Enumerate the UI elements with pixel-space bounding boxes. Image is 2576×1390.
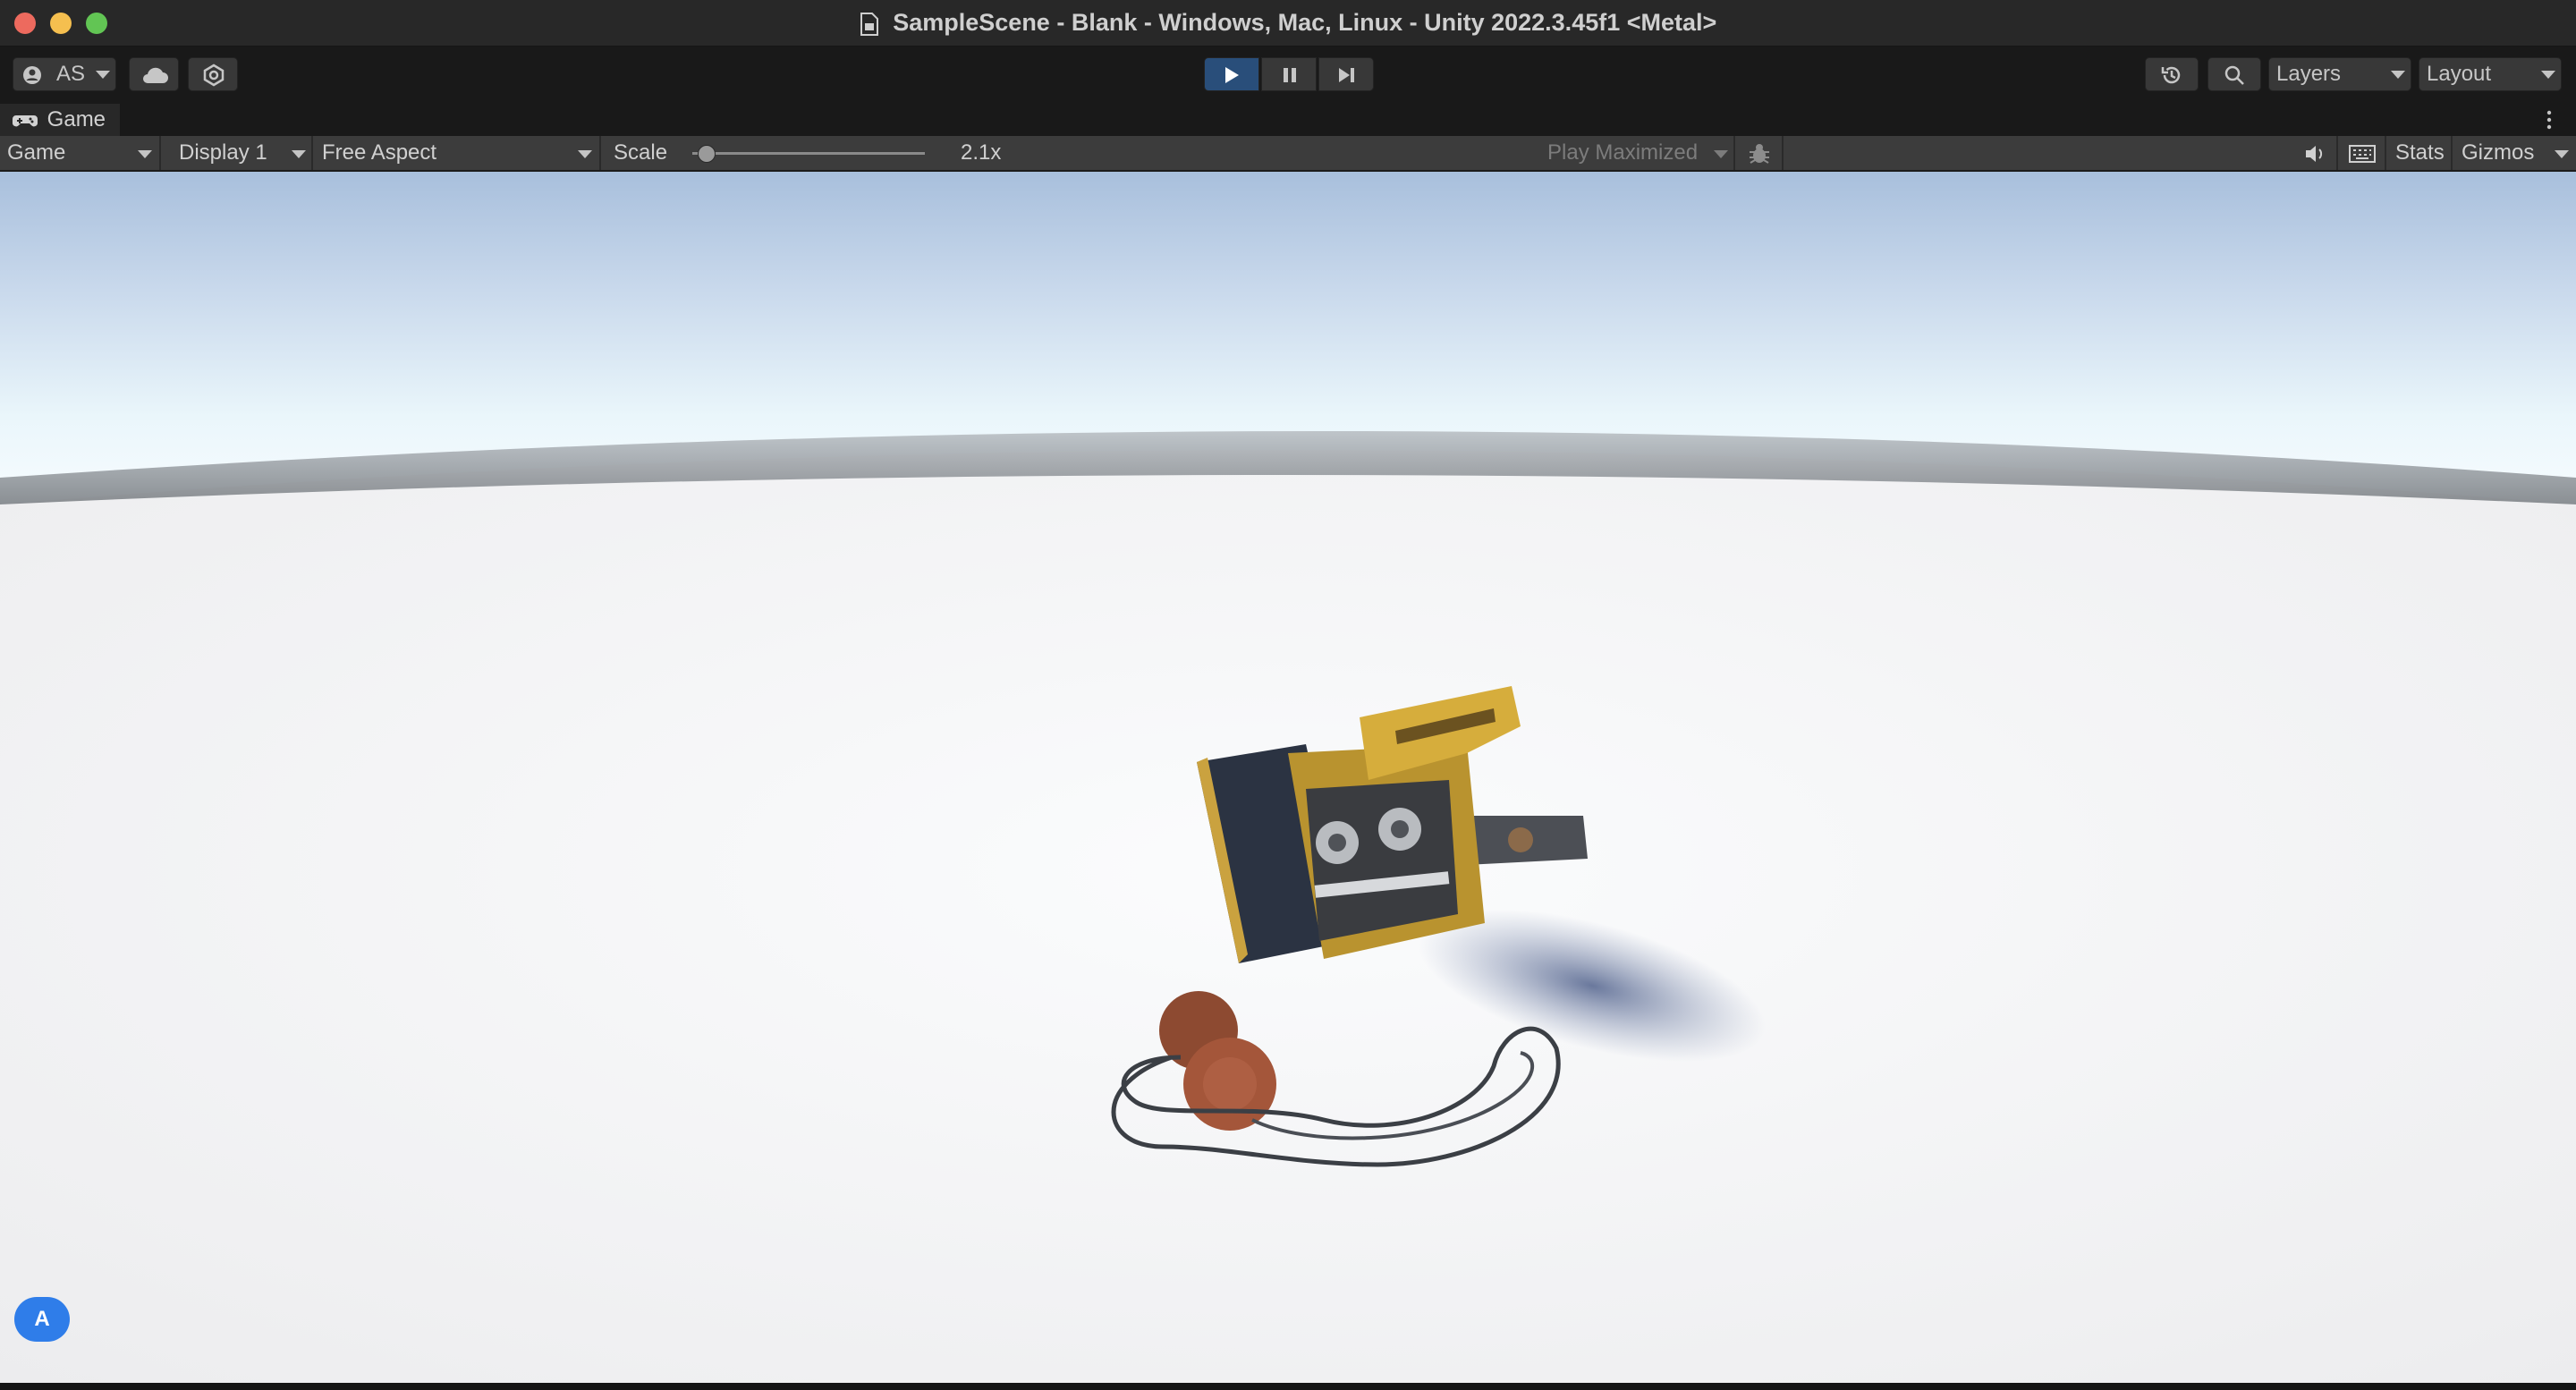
stats-button[interactable]: Stats xyxy=(2388,136,2453,170)
display-label: Display 1 xyxy=(179,140,267,165)
scene-render xyxy=(0,172,2576,1383)
history-icon xyxy=(2161,66,2181,84)
layers-dropdown[interactable]: Layers xyxy=(2268,57,2411,91)
title-bar: SampleScene - Blank - Windows, Mac, Linu… xyxy=(0,0,2576,47)
cloud-button[interactable] xyxy=(129,57,179,91)
chevron-down-icon xyxy=(1714,150,1728,158)
chevron-down-icon xyxy=(2391,71,2405,79)
bug-icon xyxy=(1750,144,1769,164)
aspect-label: Free Aspect xyxy=(322,140,437,165)
pause-icon xyxy=(1284,68,1296,82)
gizmos-label: Gizmos xyxy=(2462,140,2535,165)
scale-control: Scale 2.1x xyxy=(603,136,1005,170)
collab-button[interactable] xyxy=(188,57,238,91)
scale-slider-thumb[interactable] xyxy=(697,145,716,163)
mute-audio-button[interactable] xyxy=(2293,136,2338,170)
user-badge[interactable]: A xyxy=(14,1297,70,1342)
view-mode-label: Game xyxy=(7,140,66,165)
display-dropdown[interactable]: Display 1 xyxy=(163,136,313,170)
tab-game[interactable]: Game xyxy=(0,104,121,136)
collab-icon xyxy=(203,64,225,87)
chevron-down-icon xyxy=(292,150,306,158)
scale-slider-track[interactable] xyxy=(692,152,925,155)
shortcuts-button[interactable] xyxy=(2340,136,2386,170)
gamepad-icon xyxy=(12,114,38,127)
stats-label: Stats xyxy=(2395,140,2445,165)
scale-label: Scale xyxy=(614,140,668,165)
chevron-down-icon xyxy=(96,71,110,79)
layout-label: Layout xyxy=(2427,62,2492,86)
aspect-dropdown[interactable]: Free Aspect xyxy=(315,136,601,170)
search-icon xyxy=(2224,65,2244,85)
window-title-text: SampleScene - Blank - Windows, Mac, Linu… xyxy=(893,9,1717,36)
chevron-down-icon xyxy=(578,150,592,158)
game-view-toolbar: Game Display 1 Free Aspect Scale 2.1x Pl… xyxy=(0,136,2576,172)
search-button[interactable] xyxy=(2207,57,2261,91)
chevron-down-icon xyxy=(138,150,152,158)
chevron-down-icon xyxy=(2555,150,2569,158)
game-viewport[interactable]: A xyxy=(0,172,2576,1383)
account-label: AS xyxy=(56,62,86,86)
unity-window: SampleScene - Blank - Windows, Mac, Linu… xyxy=(0,0,2576,1390)
keyboard-icon xyxy=(2349,145,2376,163)
document-icon xyxy=(860,12,878,36)
main-toolbar: AS Layers Layout xyxy=(0,47,2576,104)
play-icon xyxy=(1225,67,1239,83)
layers-label: Layers xyxy=(2276,62,2342,86)
step-button[interactable] xyxy=(1318,57,1374,91)
play-mode-dropdown[interactable]: Play Maximized xyxy=(1537,136,1735,170)
account-dropdown[interactable]: AS xyxy=(13,57,116,91)
play-mode-label: Play Maximized xyxy=(1547,140,1699,165)
cloud-icon xyxy=(143,67,168,83)
game-tab-bar: Game xyxy=(0,104,2576,136)
window-bottom-edge xyxy=(0,1383,2576,1390)
error-pause-button[interactable] xyxy=(1737,136,1784,170)
account-icon xyxy=(23,66,41,84)
user-badge-label: A xyxy=(34,1307,50,1331)
playback-controls xyxy=(1204,57,1377,91)
pause-button[interactable] xyxy=(1261,57,1317,91)
chevron-down-icon xyxy=(2541,71,2555,79)
play-button[interactable] xyxy=(1204,57,1259,91)
step-icon xyxy=(1339,68,1354,82)
tab-game-label: Game xyxy=(47,107,106,131)
gizmos-dropdown[interactable]: Gizmos xyxy=(2454,136,2576,170)
view-mode-dropdown[interactable]: Game xyxy=(0,136,161,170)
audio-icon xyxy=(2306,146,2323,162)
layout-dropdown[interactable]: Layout xyxy=(2419,57,2562,91)
more-icon[interactable] xyxy=(2544,109,2555,131)
window-title: SampleScene - Blank - Windows, Mac, Linu… xyxy=(0,0,2576,45)
scale-value: 2.1x xyxy=(961,140,1002,165)
undo-history-button[interactable] xyxy=(2145,57,2199,91)
